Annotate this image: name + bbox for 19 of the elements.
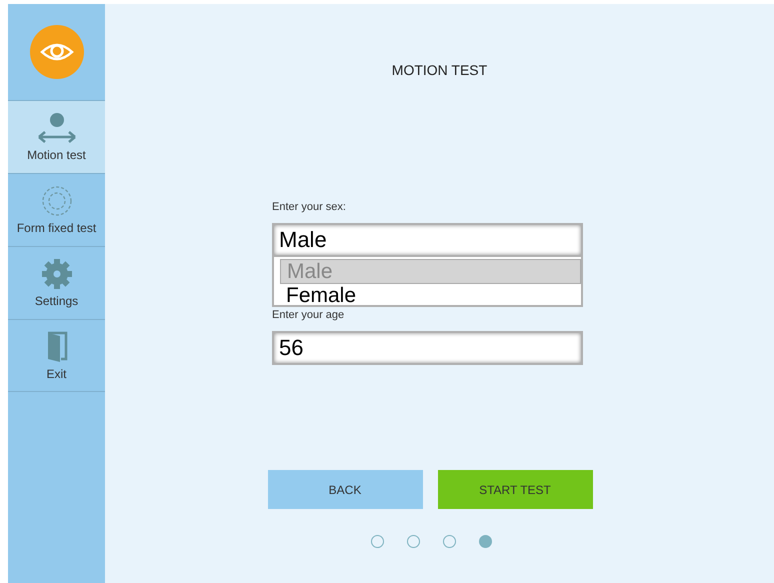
page-indicator-dot[interactable] bbox=[407, 535, 420, 548]
sidebar-item[interactable]: Motion test bbox=[8, 100, 105, 173]
page-title: MOTION TEST bbox=[392, 62, 488, 78]
sidebar-item[interactable]: Settings bbox=[8, 246, 105, 319]
door-icon bbox=[46, 330, 68, 362]
field-label: Enter your sex: bbox=[272, 201, 347, 213]
dropdown-option[interactable]: Female bbox=[280, 284, 581, 307]
page-indicator-dot[interactable] bbox=[371, 535, 384, 548]
start-test-button[interactable]: START TEST bbox=[438, 470, 592, 509]
settings-icon bbox=[40, 258, 72, 290]
page-indicator-dot[interactable] bbox=[479, 535, 492, 548]
sex-select-field[interactable]: Male bbox=[272, 223, 583, 257]
dot-arrow-icon bbox=[36, 112, 78, 144]
eye-logo-icon bbox=[30, 25, 84, 79]
field-label: Enter your age bbox=[272, 309, 346, 321]
page-indicator-dot[interactable] bbox=[443, 535, 456, 548]
dashed-circle-icon bbox=[40, 185, 72, 217]
age-input-field[interactable]: 56 bbox=[272, 331, 583, 365]
back-button[interactable]: BACK bbox=[268, 470, 422, 509]
